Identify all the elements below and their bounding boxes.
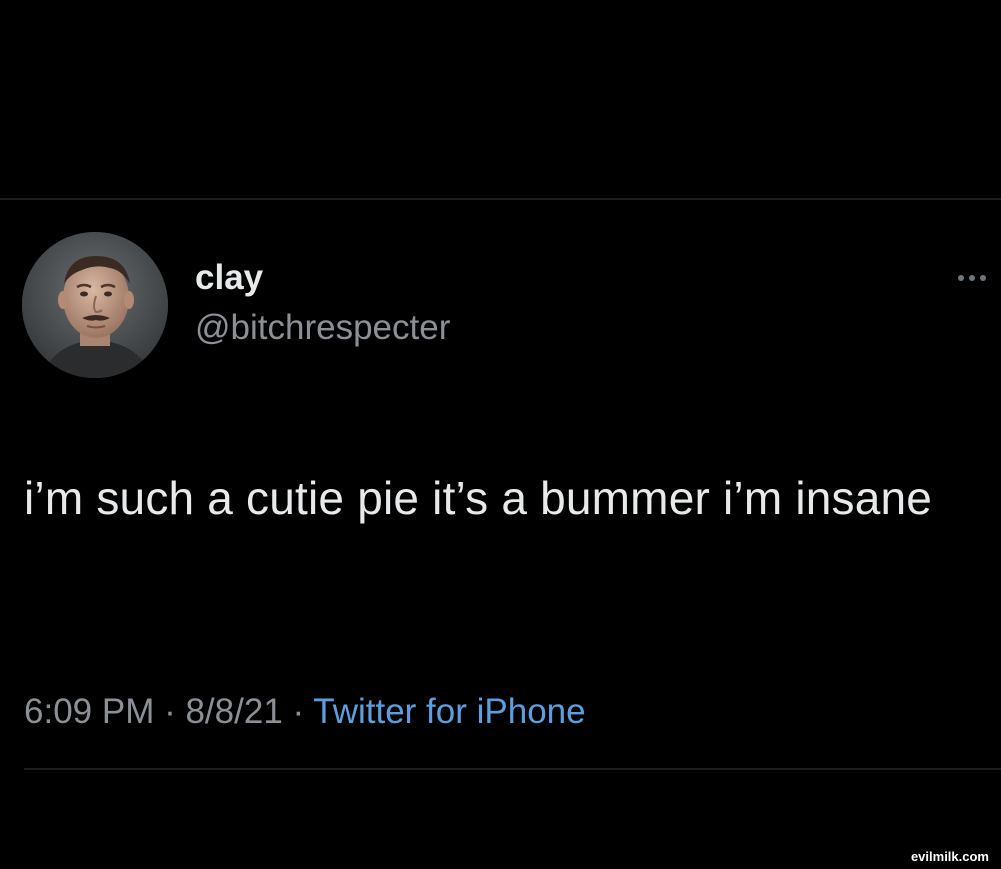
tweet-meta: 6:09 PM · 8/8/21 · Twitter for iPhone [24, 690, 586, 734]
tweet-text: i’m such a cutie pie it’s a bummer i’m i… [24, 472, 933, 524]
meta-separator: · [154, 692, 186, 731]
avatar-image [22, 232, 168, 378]
avatar[interactable] [22, 232, 168, 378]
display-name[interactable]: clay [195, 258, 263, 298]
tweet-time[interactable]: 6:09 PM [24, 692, 154, 731]
more-options-button[interactable] [958, 268, 998, 288]
watermark: evilmilk.com [906, 848, 993, 865]
tweet-date[interactable]: 8/8/21 [185, 692, 282, 731]
tweet-source[interactable]: Twitter for iPhone [313, 692, 585, 731]
more-horizontal-icon-dot [969, 275, 975, 281]
more-horizontal-icon-dot [980, 275, 986, 281]
bottom-divider [24, 768, 1001, 770]
meta-separator: · [282, 692, 314, 731]
top-divider [0, 198, 1001, 200]
more-horizontal-icon-dot [958, 275, 964, 281]
user-handle[interactable]: @bitchrespecter [195, 308, 450, 348]
